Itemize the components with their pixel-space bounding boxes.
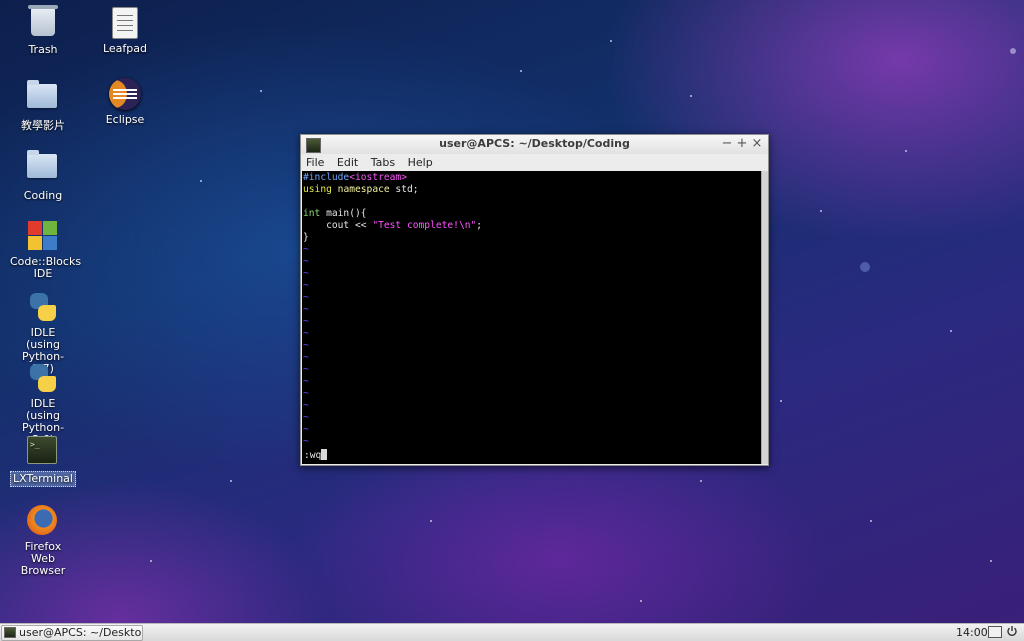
desktop-icon-leafpad[interactable]: Leafpad <box>88 6 162 56</box>
empty-line-marker: ~ <box>303 268 309 279</box>
folder-icon <box>27 150 59 186</box>
cout-string: "Test complete!\n" <box>372 220 477 231</box>
int-keyword: int <box>303 208 321 219</box>
text-cursor <box>321 449 328 460</box>
empty-line-marker: ~ <box>303 292 309 303</box>
codeblocks-icon <box>27 220 59 252</box>
desktop-icon-label: 教學影片 <box>21 119 65 132</box>
python-icon <box>27 291 59 323</box>
desktop-icon-trash[interactable]: Trash <box>6 5 80 57</box>
desktop-icon-label: Leafpad <box>102 42 148 55</box>
taskbar-window-button[interactable]: user@APCS: ~/Deskto... <box>1 625 143 641</box>
terminal-icon: >_ <box>27 436 59 468</box>
desktop-icon-label: LXTerminal <box>10 471 76 487</box>
menu-edit[interactable]: Edit <box>337 154 358 171</box>
desktop-icon-eclipse[interactable]: Eclipse <box>88 78 162 127</box>
cout-prefix: cout << <box>303 220 373 231</box>
desktop-icon-label: Eclipse <box>105 113 145 126</box>
using-keyword: using <box>303 184 332 195</box>
terminal-icon <box>4 627 16 638</box>
folder-icon <box>27 80 59 116</box>
empty-line-marker: ~ <box>303 316 309 327</box>
desktop-icon-coding[interactable]: Coding <box>6 148 80 203</box>
network-icon[interactable] <box>988 626 1002 638</box>
empty-line-marker: ~ <box>303 340 309 351</box>
vim-command-line[interactable]: :wq <box>304 449 328 462</box>
empty-line-marker: ~ <box>303 304 309 315</box>
power-icon[interactable] <box>1006 625 1018 637</box>
vim-command-text: :wq <box>304 450 322 461</box>
desktop-icon-label: Trash <box>28 43 58 56</box>
maximize-button[interactable]: + <box>735 136 749 151</box>
include-directive: #include <box>303 172 350 183</box>
window-titlebar[interactable]: user@APCS: ~/Desktop/Coding − + × <box>301 135 768 154</box>
empty-line-marker: ~ <box>303 400 309 411</box>
terminal-text-area[interactable]: #include<iostream> using namespace std; … <box>302 171 761 464</box>
desktop-icon-teaching-videos[interactable]: 教學影片 <box>6 78 80 133</box>
empty-line-marker: ~ <box>303 376 309 387</box>
empty-line-marker: ~ <box>303 424 309 435</box>
menu-bar: File Edit Tabs Help <box>301 154 768 171</box>
terminal-window[interactable]: user@APCS: ~/Desktop/Coding − + × File E… <box>300 134 769 466</box>
main-signature: main(){ <box>320 208 367 219</box>
empty-line-marker: ~ <box>303 280 309 291</box>
eclipse-icon <box>109 78 141 110</box>
trash-icon <box>27 5 59 40</box>
desktop-icon-firefox[interactable]: Firefox Web Browser <box>6 505 80 578</box>
include-header: <iostream> <box>349 172 407 183</box>
taskbar-window-label: user@APCS: ~/Deskto... <box>19 626 143 639</box>
empty-line-marker: ~ <box>303 364 309 375</box>
desktop-icon-label: Code::Blocks IDE <box>10 255 82 280</box>
empty-line-marker: ~ <box>303 388 309 399</box>
python-icon <box>27 362 59 394</box>
empty-line-marker: ~ <box>303 412 309 423</box>
menu-file[interactable]: File <box>306 154 324 171</box>
window-title: user@APCS: ~/Desktop/Coding <box>439 137 630 150</box>
desktop-icon-lxterminal[interactable]: >_ LXTerminal <box>6 434 80 487</box>
minimize-button[interactable]: − <box>720 136 734 151</box>
desktop-icon-codeblocks[interactable]: Code::Blocks IDE <box>6 220 82 281</box>
empty-line-marker: ~ <box>303 352 309 363</box>
empty-line-marker: ~ <box>303 436 309 447</box>
menu-tabs[interactable]: Tabs <box>371 154 395 171</box>
empty-line-marker: ~ <box>303 256 309 267</box>
taskbar: user@APCS: ~/Deskto... 14:00 <box>0 623 1024 641</box>
vim-buffer: #include<iostream> using namespace std; … <box>302 171 761 448</box>
namespace-rest: std; <box>389 184 419 195</box>
empty-line-marker: ~ <box>303 328 309 339</box>
namespace-keyword: namespace <box>337 184 390 195</box>
clock[interactable]: 14:00 <box>956 625 988 640</box>
empty-line-marker: ~ <box>303 244 309 255</box>
closing-brace: } <box>303 232 309 243</box>
cout-suffix: ; <box>476 220 483 231</box>
desktop-icon-label: Firefox Web Browser <box>20 540 66 577</box>
notepad-icon <box>109 7 141 39</box>
terminal-scrollbar[interactable] <box>761 171 768 464</box>
firefox-icon <box>27 505 59 537</box>
close-button[interactable]: × <box>750 136 764 151</box>
menu-help[interactable]: Help <box>408 154 433 171</box>
desktop-icon-label: Coding <box>23 189 63 202</box>
